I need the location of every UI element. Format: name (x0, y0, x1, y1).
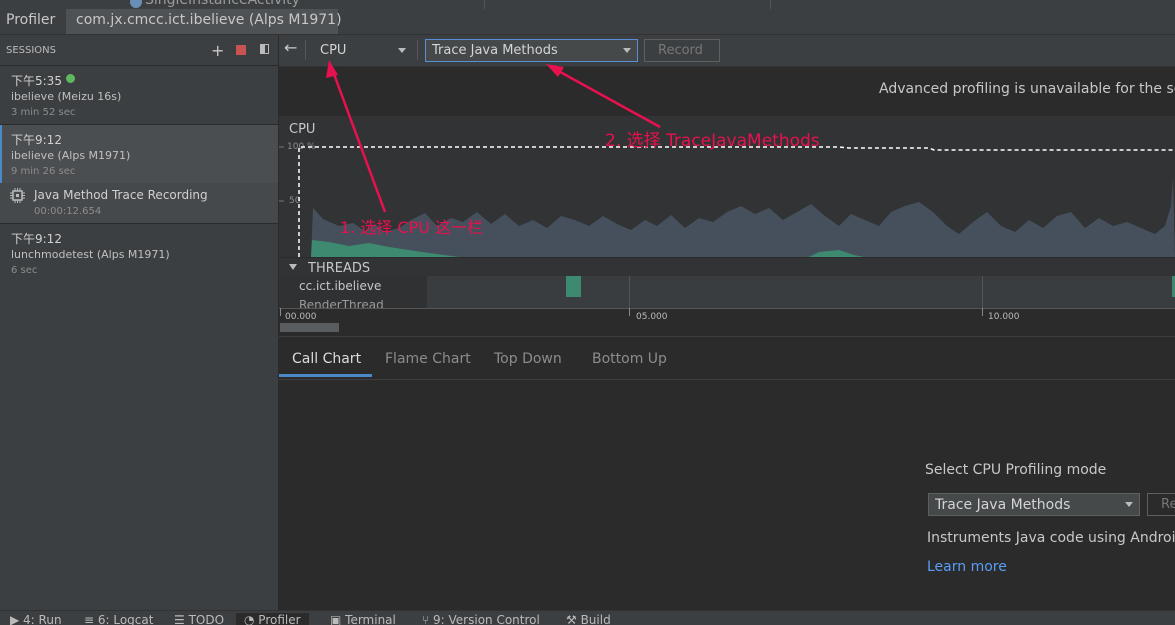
add-session-icon[interactable]: + (211, 41, 224, 60)
axis-line (279, 308, 1175, 309)
statusbar-version-control[interactable]: ⑂ 9: Version Control (422, 613, 540, 625)
overflow-tab-label: SingleInstanceActivity (145, 0, 300, 8)
chevron-down-icon (1125, 502, 1133, 507)
grid-line (982, 276, 983, 308)
activity-icon (130, 0, 142, 8)
annotation-step2: 2. 选择 TraceJavaMethods (605, 131, 820, 151)
session-item[interactable]: 下午5:35 ibelieve (Meizu 16s) 3 min 52 sec (0, 66, 278, 124)
statusbar-terminal[interactable]: ▣ Terminal (330, 613, 396, 625)
tab-bottom-up[interactable]: Bottom Up (592, 351, 667, 367)
timeline-scrollbar[interactable] (280, 323, 339, 332)
threads-header: THREADS (308, 261, 371, 276)
session-item[interactable]: 下午9:12 lunchmodetest (Alps M1971) 6 sec (0, 224, 278, 280)
statusbar-profiler[interactable]: ◔ Profiler (236, 613, 309, 625)
profiling-mode-heading: Select CPU Profiling mode (925, 462, 1107, 478)
call-chart-content: Select CPU Profiling mode Trace Java Met… (279, 380, 1175, 609)
recording-duration: 00:00:12.654 (34, 206, 102, 217)
time-label: 00.000 (285, 312, 317, 322)
statusbar-logcat[interactable]: ≡ 6: Logcat (84, 613, 153, 625)
divider (417, 40, 418, 60)
profiling-mode-description: Instruments Java code using Androi (927, 530, 1175, 546)
analysis-tabs: Call Chart Flame Chart Top Down Bottom U… (279, 337, 1175, 380)
sessions-sidebar: SESSIONS + 下午5:35 ibelieve (Meizu 16s) 3… (0, 35, 279, 610)
profiling-mode-dropdown[interactable]: Trace Java Methods (928, 493, 1140, 516)
record-button-label: Record (658, 43, 703, 58)
banner-area: Advanced profiling is unavailable for th… (279, 67, 1175, 115)
profiling-config-value: Trace Java Methods (432, 43, 558, 58)
session-device: lunchmodetest (Alps M1971) (11, 248, 170, 261)
thread-row-clip: RenderThread (279, 300, 427, 308)
annotation-step1: 1. 选择 CPU 这一栏 (340, 218, 484, 237)
learn-more-link[interactable]: Learn more (927, 559, 1007, 575)
session-duration: 6 sec (11, 265, 38, 276)
monitor-dropdown-value: CPU (320, 43, 347, 58)
threads-panel: THREADS cc.ict.ibelieve RenderThread (279, 258, 1175, 308)
time-axis: 00.000 05.000 10.000 (279, 308, 1175, 337)
tab-top-down[interactable]: Top Down (494, 351, 562, 367)
statusbar-build[interactable]: ⚒ Build (566, 613, 611, 625)
profiler-toolbar: ← CPU Trace Java Methods Record (279, 35, 1175, 67)
tab-profiler[interactable]: Profiler (6, 12, 55, 28)
active-tab-indicator (279, 374, 372, 377)
thread-name: cc.ict.ibelieve (299, 279, 382, 293)
time-label: 05.000 (636, 312, 668, 322)
live-indicator-icon (66, 74, 75, 83)
overflow-tab-strip: SingleInstanceActivity (130, 0, 480, 9)
thread-rows: cc.ict.ibelieve RenderThread (279, 276, 1175, 308)
session-device: ibelieve (Alps M1971) (11, 149, 131, 162)
session-item-selected[interactable]: 下午9:12 ibelieve (Alps M1971) 9 min 26 se… (0, 125, 278, 183)
stop-session-icon[interactable] (236, 45, 246, 55)
tab-call-chart[interactable]: Call Chart (292, 351, 361, 367)
axis-tick (982, 308, 983, 316)
record-button[interactable]: Record (644, 39, 720, 62)
profiling-config-dropdown[interactable]: Trace Java Methods (425, 39, 638, 62)
thread-name: RenderThread (299, 300, 384, 308)
statusbar-todo[interactable]: ☰ TODO (174, 613, 224, 625)
monitor-dropdown[interactable]: CPU (313, 40, 413, 60)
tab-divider (484, 0, 485, 9)
axis-tick (280, 308, 281, 316)
collapse-panel-icon[interactable] (260, 44, 269, 54)
session-duration: 3 min 52 sec (11, 107, 76, 118)
empty-record-button[interactable]: Re (1147, 493, 1175, 516)
chevron-down-icon (623, 48, 631, 53)
recording-item[interactable]: Java Method Trace Recording 00:00:12.654 (0, 183, 278, 223)
session-time: 下午9:12 (11, 232, 62, 246)
time-label: 10.000 (988, 312, 1020, 322)
tab-flame-chart[interactable]: Flame Chart (385, 351, 471, 367)
cpu-chip-icon (10, 188, 25, 203)
session-device: ibelieve (Meizu 16s) (11, 90, 122, 103)
profiling-mode-value: Trace Java Methods (935, 497, 1071, 513)
session-time: 下午5:35 (11, 74, 62, 88)
back-arrow-icon[interactable]: ← (284, 38, 297, 57)
thread-activity-bar (566, 276, 581, 297)
status-bar: ▶ 4: Run ≡ 6: Logcat ☰ TODO ◔ Profiler ▣… (0, 610, 1175, 625)
collapse-triangle-icon[interactable] (289, 264, 297, 270)
tab-app-session[interactable]: com.jx.cmcc.ict.ibelieve (Alps M1971) (76, 12, 342, 28)
empty-record-label: Re (1161, 497, 1175, 512)
session-time: 下午9:12 (11, 133, 62, 147)
divider (305, 40, 306, 60)
advanced-profiling-banner: Advanced profiling is unavailable for th… (879, 81, 1175, 97)
session-duration: 9 min 26 sec (11, 166, 76, 177)
statusbar-run[interactable]: ▶ 4: Run (10, 613, 62, 625)
thread-track[interactable] (427, 276, 1175, 308)
axis-tick (629, 308, 630, 316)
grid-line (629, 276, 630, 308)
sessions-header: SESSIONS (6, 45, 57, 56)
recording-title: Java Method Trace Recording (34, 188, 208, 202)
chevron-down-icon (398, 48, 406, 53)
tab-divider (770, 0, 771, 9)
